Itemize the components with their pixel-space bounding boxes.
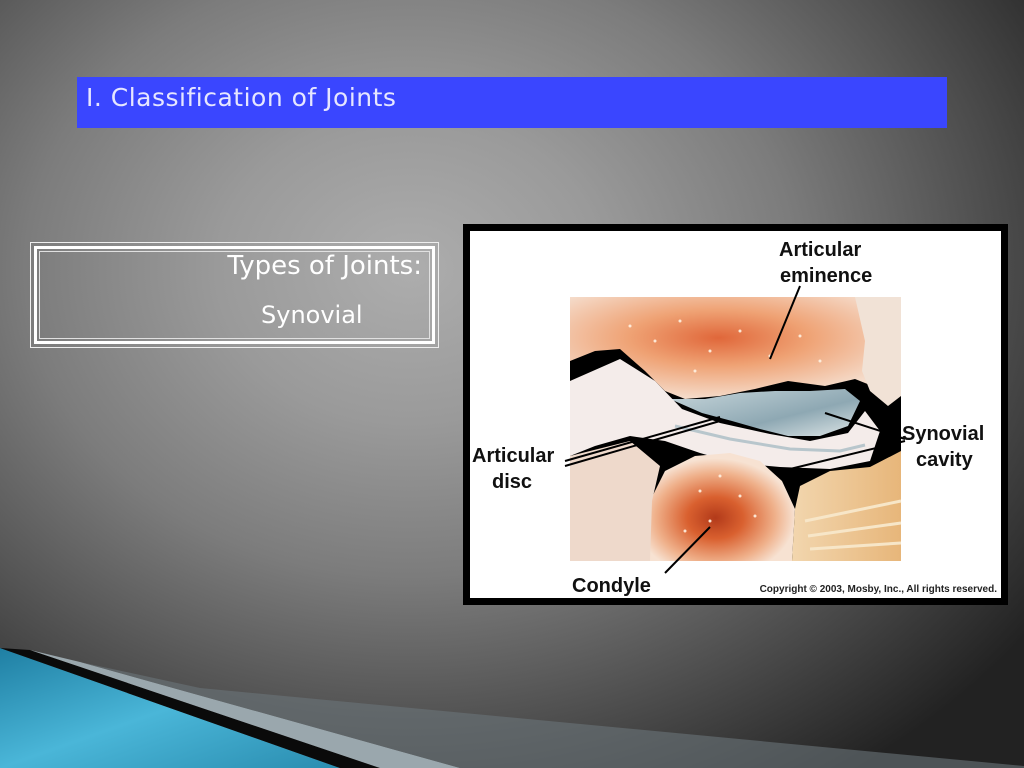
bottom-corner-decoration	[0, 648, 1024, 768]
label-articular-disc-1: Articular	[472, 445, 555, 467]
joint-figure-panel: Articular eminence Articular disc Synovi…	[470, 231, 1001, 598]
label-condyle: Condyle	[572, 575, 651, 597]
slide-title: I. Classification of Joints	[86, 83, 397, 112]
types-heading: Types of Joints:	[227, 251, 422, 281]
label-synovial-cavity-1: Synovial	[902, 423, 985, 445]
label-articular-disc-2: disc	[492, 471, 533, 493]
joint-figure: Articular eminence Articular disc Synovi…	[463, 224, 1008, 605]
label-articular-eminence-2: eminence	[780, 265, 873, 287]
types-item: Synovial	[261, 301, 363, 329]
label-synovial-cavity-2: cavity	[916, 449, 973, 471]
figure-copyright: Copyright © 2003, Mosby, Inc., All right…	[759, 584, 997, 595]
label-articular-eminence-1: Articular	[779, 239, 862, 261]
slide-title-bar: I. Classification of Joints	[77, 77, 947, 128]
tmj-photo	[564, 285, 906, 574]
types-of-joints-box: Types of Joints: Synovial	[30, 242, 439, 348]
